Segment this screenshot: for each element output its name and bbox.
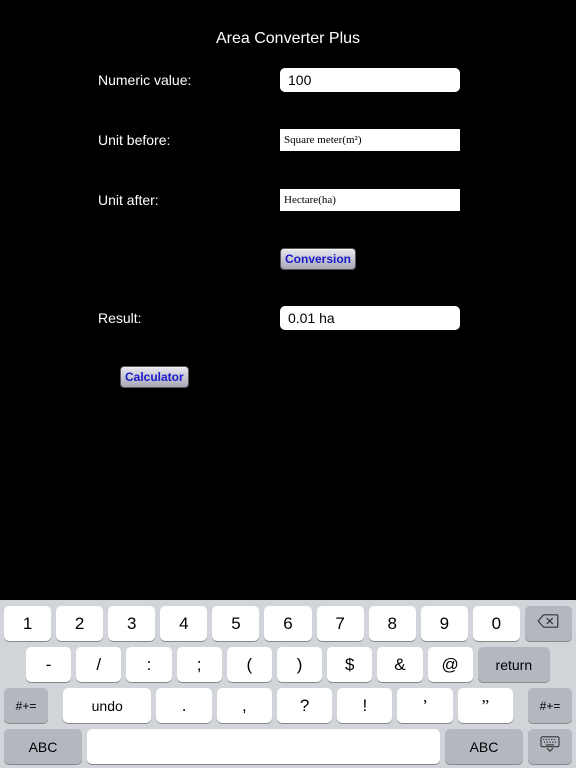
numeric-value-label: Numeric value:: [0, 72, 280, 88]
keyboard-row-3: #+= undo . , ? ! ’ ” #+=: [4, 688, 572, 723]
calculator-row: Calculator: [0, 366, 576, 388]
key-amp[interactable]: &: [377, 647, 422, 682]
key-slash[interactable]: /: [76, 647, 121, 682]
dismiss-keyboard-icon: [539, 735, 561, 758]
unit-after-select[interactable]: Hectare(ha): [280, 189, 460, 211]
key-exclaim[interactable]: !: [337, 688, 392, 723]
app-area: Area Converter Plus Numeric value: Unit …: [0, 0, 576, 600]
key-at[interactable]: @: [428, 647, 473, 682]
result-output: [280, 306, 460, 330]
keyboard-row-4: ABC ABC: [4, 729, 572, 764]
key-dash[interactable]: -: [26, 647, 71, 682]
key-space[interactable]: [87, 729, 440, 764]
page-title: Area Converter Plus: [0, 0, 576, 48]
key-7[interactable]: 7: [317, 606, 364, 641]
key-4[interactable]: 4: [160, 606, 207, 641]
key-symbols-left[interactable]: #+=: [4, 688, 48, 723]
unit-before-select[interactable]: Square meter(m²): [280, 129, 460, 151]
key-rparen[interactable]: ): [277, 647, 322, 682]
key-symbols-right[interactable]: #+=: [528, 688, 572, 723]
key-colon[interactable]: :: [126, 647, 171, 682]
result-row: Result:: [0, 306, 576, 330]
conversion-row: Conversion: [0, 248, 576, 270]
key-squote[interactable]: ’: [397, 688, 452, 723]
key-3[interactable]: 3: [108, 606, 155, 641]
key-dismiss-keyboard[interactable]: [528, 729, 572, 764]
key-1[interactable]: 1: [4, 606, 51, 641]
key-period[interactable]: .: [156, 688, 211, 723]
key-8[interactable]: 8: [369, 606, 416, 641]
key-abc-right[interactable]: ABC: [445, 729, 523, 764]
backspace-icon: [537, 613, 559, 634]
keyboard-row-1: 1 2 3 4 5 6 7 8 9 0: [4, 606, 572, 641]
unit-after-row: Unit after: Hectare(ha): [0, 188, 576, 212]
key-5[interactable]: 5: [212, 606, 259, 641]
key-return[interactable]: return: [478, 647, 550, 682]
keyboard: 1 2 3 4 5 6 7 8 9 0 - / : ; ( ) $ & @ re…: [0, 600, 576, 768]
conversion-button[interactable]: Conversion: [280, 248, 356, 270]
key-backspace[interactable]: [525, 606, 572, 641]
key-dollar[interactable]: $: [327, 647, 372, 682]
calculator-button[interactable]: Calculator: [120, 366, 189, 388]
key-comma[interactable]: ,: [217, 688, 272, 723]
key-0[interactable]: 0: [473, 606, 520, 641]
key-2[interactable]: 2: [56, 606, 103, 641]
numeric-value-input[interactable]: [280, 68, 460, 92]
key-lparen[interactable]: (: [227, 647, 272, 682]
result-label: Result:: [0, 310, 280, 326]
key-abc-left[interactable]: ABC: [4, 729, 82, 764]
key-semicolon[interactable]: ;: [177, 647, 222, 682]
unit-before-label: Unit before:: [0, 132, 280, 148]
key-dquote[interactable]: ”: [458, 688, 513, 723]
keyboard-row-2: - / : ; ( ) $ & @ return: [4, 647, 572, 682]
unit-after-label: Unit after:: [0, 192, 280, 208]
numeric-value-row: Numeric value:: [0, 68, 576, 92]
key-question[interactable]: ?: [277, 688, 332, 723]
converter-form: Numeric value: Unit before: Square meter…: [0, 48, 576, 388]
key-9[interactable]: 9: [421, 606, 468, 641]
key-undo[interactable]: undo: [63, 688, 151, 723]
unit-before-row: Unit before: Square meter(m²): [0, 128, 576, 152]
key-6[interactable]: 6: [264, 606, 311, 641]
